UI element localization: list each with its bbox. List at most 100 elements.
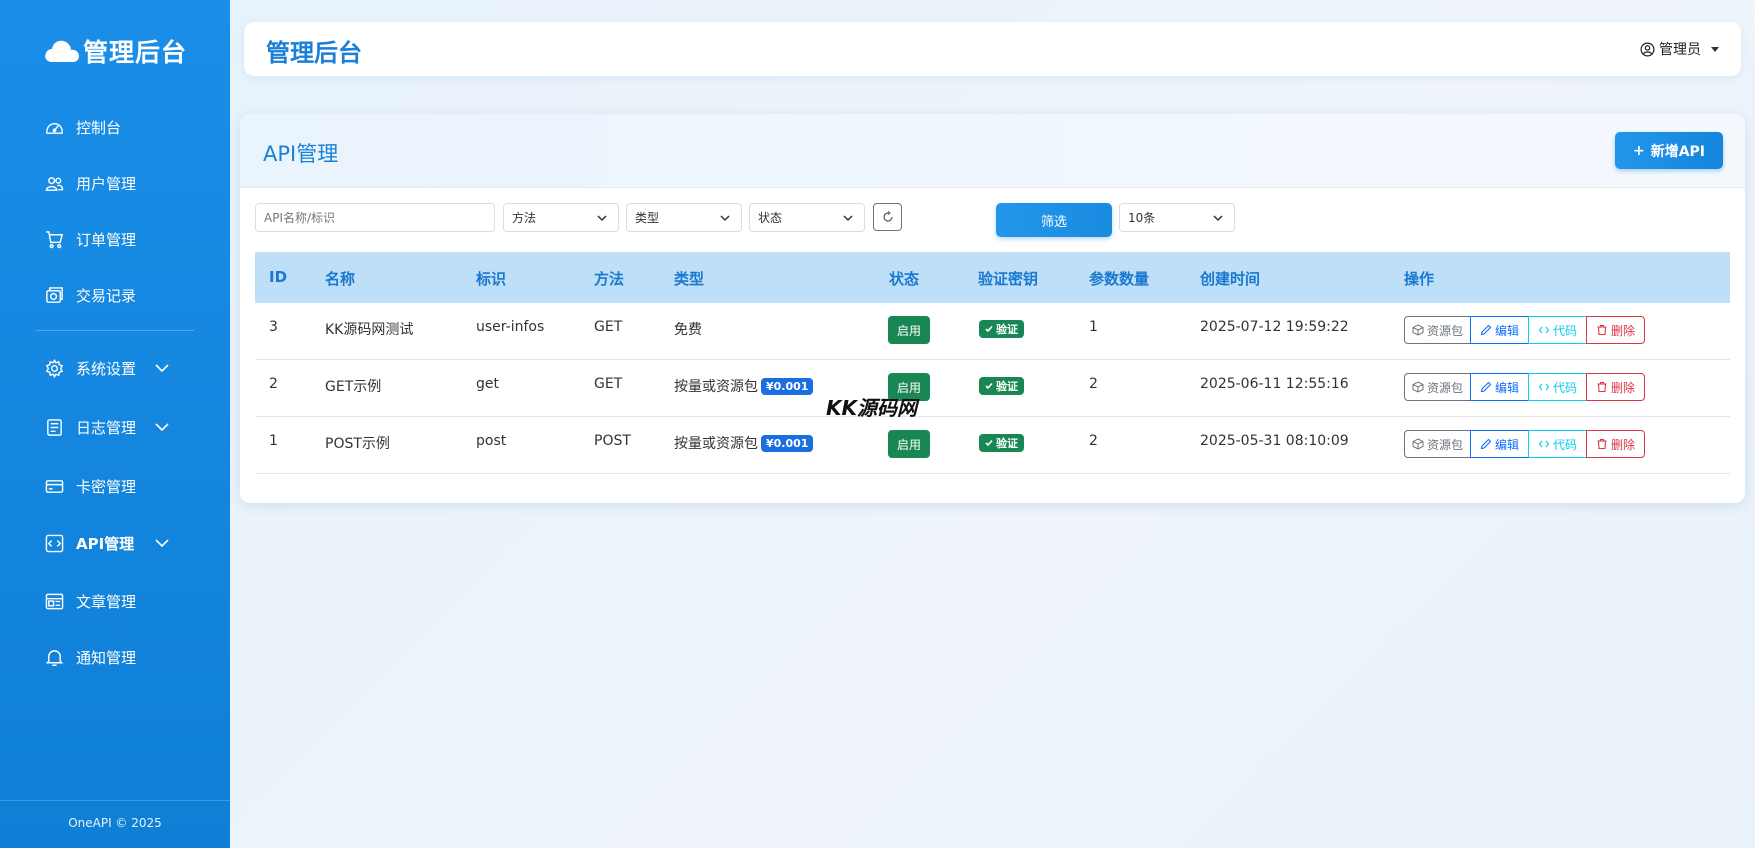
edit-button[interactable]: 编辑 xyxy=(1470,430,1529,458)
sidebar-item-label: 通知管理 xyxy=(76,648,137,667)
code-brackets-icon xyxy=(1538,383,1550,391)
edit-button[interactable]: 编辑 xyxy=(1470,373,1529,401)
sidebar-item-orders[interactable]: 订单管理 xyxy=(0,219,230,259)
trash-icon xyxy=(1597,381,1607,393)
box-icon xyxy=(1412,381,1424,393)
status-toggle-button[interactable]: 启用 xyxy=(888,316,930,344)
package-button[interactable]: 资源包 xyxy=(1404,373,1471,401)
filter-button[interactable]: 筛选 xyxy=(996,203,1112,237)
code-label: 代码 xyxy=(1552,380,1577,395)
column-header-verify: 验证密钥 xyxy=(978,270,1039,288)
reset-button[interactable] xyxy=(873,203,902,231)
box-icon xyxy=(1412,438,1424,450)
status-select[interactable]: 状态 xyxy=(749,203,865,232)
delete-label: 删除 xyxy=(1610,323,1635,338)
brand[interactable]: 管理后台 xyxy=(43,34,187,68)
price-badge: ¥0.001 xyxy=(761,435,814,452)
sidebar-item-label: API管理 xyxy=(76,534,135,553)
sidebar-item-users[interactable]: 用户管理 xyxy=(0,163,230,203)
plus-icon: + xyxy=(1632,142,1645,159)
cart-icon xyxy=(45,230,64,248)
package-button[interactable]: 资源包 xyxy=(1404,316,1471,344)
article-icon xyxy=(45,593,64,609)
sidebar-footer: OneAPI © 2025 xyxy=(68,816,162,830)
cell-key: get xyxy=(476,376,499,392)
sidebar-item-label: 卡密管理 xyxy=(76,477,137,496)
trash-icon xyxy=(1597,324,1607,336)
sidebar-item-label: 系统设置 xyxy=(76,359,137,378)
caret-down-icon xyxy=(1711,46,1719,52)
chevron-down-icon xyxy=(843,215,853,222)
type-select[interactable]: 类型 xyxy=(626,203,742,232)
method-select[interactable]: 方法 xyxy=(503,203,619,232)
add-api-button[interactable]: + 新增API xyxy=(1615,132,1723,169)
verify-badge: 验证 xyxy=(979,320,1024,338)
table-row: 3 KK源码网测试 user-infos GET 免费 启用 验证 1 2025… xyxy=(255,303,1730,360)
cell-params: 2 xyxy=(1089,376,1098,392)
check-icon xyxy=(985,325,993,333)
code-label: 代码 xyxy=(1552,437,1577,452)
sidebar-item-label: 用户管理 xyxy=(76,174,137,193)
watermark: KK源码网 xyxy=(826,396,917,420)
type-select-value: 类型 xyxy=(635,211,660,225)
chevron-down-icon xyxy=(597,215,607,222)
sidebar-item-transactions[interactable]: 交易记录 xyxy=(0,275,230,315)
pencil-icon xyxy=(1480,324,1492,336)
type-label: 免费 xyxy=(674,322,702,338)
users-icon xyxy=(45,176,64,191)
code-label: 代码 xyxy=(1552,323,1577,338)
cell-key: user-infos xyxy=(476,319,545,335)
delete-button[interactable]: 删除 xyxy=(1586,373,1645,401)
chevron-down-icon xyxy=(155,539,169,548)
add-api-label: 新增API xyxy=(1650,143,1706,160)
pencil-icon xyxy=(1480,381,1492,393)
user-menu[interactable]: 管理员 xyxy=(1640,39,1719,59)
search-input[interactable] xyxy=(264,210,494,225)
page-size-select[interactable]: 10条 xyxy=(1119,203,1235,232)
cloud-icon xyxy=(45,40,79,62)
cell-created: 2025-07-12 19:59:22 xyxy=(1200,319,1349,335)
edit-button[interactable]: 编辑 xyxy=(1470,316,1529,344)
search-field[interactable] xyxy=(255,203,495,232)
sidebar-item-label: 交易记录 xyxy=(76,286,137,305)
sidebar-item-api[interactable]: API管理 xyxy=(0,523,230,563)
sidebar-item-logs[interactable]: 日志管理 xyxy=(0,407,230,447)
edit-label: 编辑 xyxy=(1494,380,1519,395)
pencil-icon xyxy=(1480,438,1492,450)
chevron-down-icon xyxy=(155,423,169,432)
cell-type: 按量或资源包 ¥0.001 xyxy=(674,433,814,453)
sidebar: 管理后台 控制台 用户管理 订单管理 交易记录 系统设置 日志管理 卡密管理 A… xyxy=(0,0,230,848)
sidebar-item-dashboard[interactable]: 控制台 xyxy=(0,107,230,147)
code-button[interactable]: 代码 xyxy=(1528,316,1587,344)
page-size-value: 10条 xyxy=(1128,211,1156,225)
type-label: 按量或资源包 xyxy=(674,436,758,452)
code-button[interactable]: 代码 xyxy=(1528,373,1587,401)
box-icon xyxy=(1412,324,1424,336)
package-button[interactable]: 资源包 xyxy=(1404,430,1471,458)
cell-name: GET示例 xyxy=(325,379,382,395)
cell-name: KK源码网测试 xyxy=(325,322,414,338)
code-brackets-icon xyxy=(1538,440,1550,448)
delete-button[interactable]: 删除 xyxy=(1586,430,1645,458)
card-icon xyxy=(45,479,64,493)
delete-button[interactable]: 删除 xyxy=(1586,316,1645,344)
check-icon xyxy=(985,382,993,390)
sidebar-item-articles[interactable]: 文章管理 xyxy=(0,581,230,621)
status-select-value: 状态 xyxy=(758,211,783,225)
sidebar-item-settings[interactable]: 系统设置 xyxy=(0,348,230,388)
status-toggle-button[interactable]: 启用 xyxy=(888,430,930,458)
page-header-title: 管理后台 xyxy=(266,39,362,67)
code-button[interactable]: 代码 xyxy=(1528,430,1587,458)
sidebar-item-label: 文章管理 xyxy=(76,592,137,611)
column-header-name: 名称 xyxy=(325,270,356,288)
package-label: 资源包 xyxy=(1426,437,1463,452)
cell-type: 按量或资源包 ¥0.001 xyxy=(674,376,814,396)
cell-created: 2025-05-31 08:10:09 xyxy=(1200,433,1349,449)
footer-divider xyxy=(0,800,230,801)
gear-icon xyxy=(45,358,64,378)
package-label: 资源包 xyxy=(1426,323,1463,338)
sidebar-item-cards[interactable]: 卡密管理 xyxy=(0,466,230,506)
column-header-method: 方法 xyxy=(594,270,625,288)
sidebar-item-notifications[interactable]: 通知管理 xyxy=(0,637,230,677)
column-header-actions: 操作 xyxy=(1404,270,1435,288)
